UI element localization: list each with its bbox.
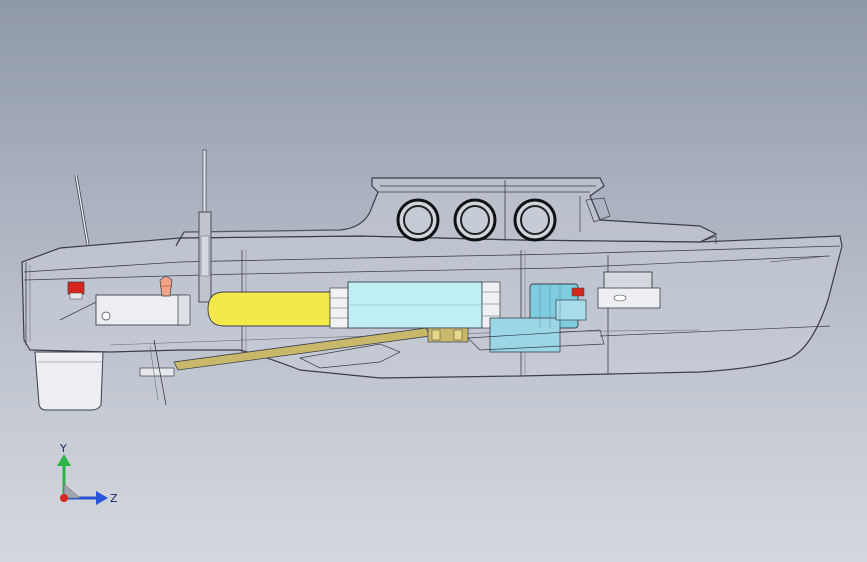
- antenna: [74, 174, 90, 246]
- battery: [207, 287, 349, 329]
- portholes: [396, 198, 557, 242]
- electronics-box: [347, 281, 501, 329]
- origin-marker: [60, 494, 68, 502]
- rudder: [34, 351, 104, 411]
- porthole: [396, 198, 440, 242]
- cad-viewport[interactable]: Y Z: [0, 0, 867, 562]
- switch: [597, 271, 661, 309]
- boat-model-drawing: [21, 149, 843, 411]
- porthole: [453, 198, 497, 242]
- y-axis-label: Y: [59, 442, 67, 455]
- z-axis-label: Z: [110, 492, 118, 505]
- porthole: [513, 198, 557, 242]
- coordinate-triad: Y Z: [57, 442, 118, 505]
- mast: [198, 149, 212, 303]
- cabin: [175, 177, 718, 247]
- indicator-light: [67, 281, 85, 300]
